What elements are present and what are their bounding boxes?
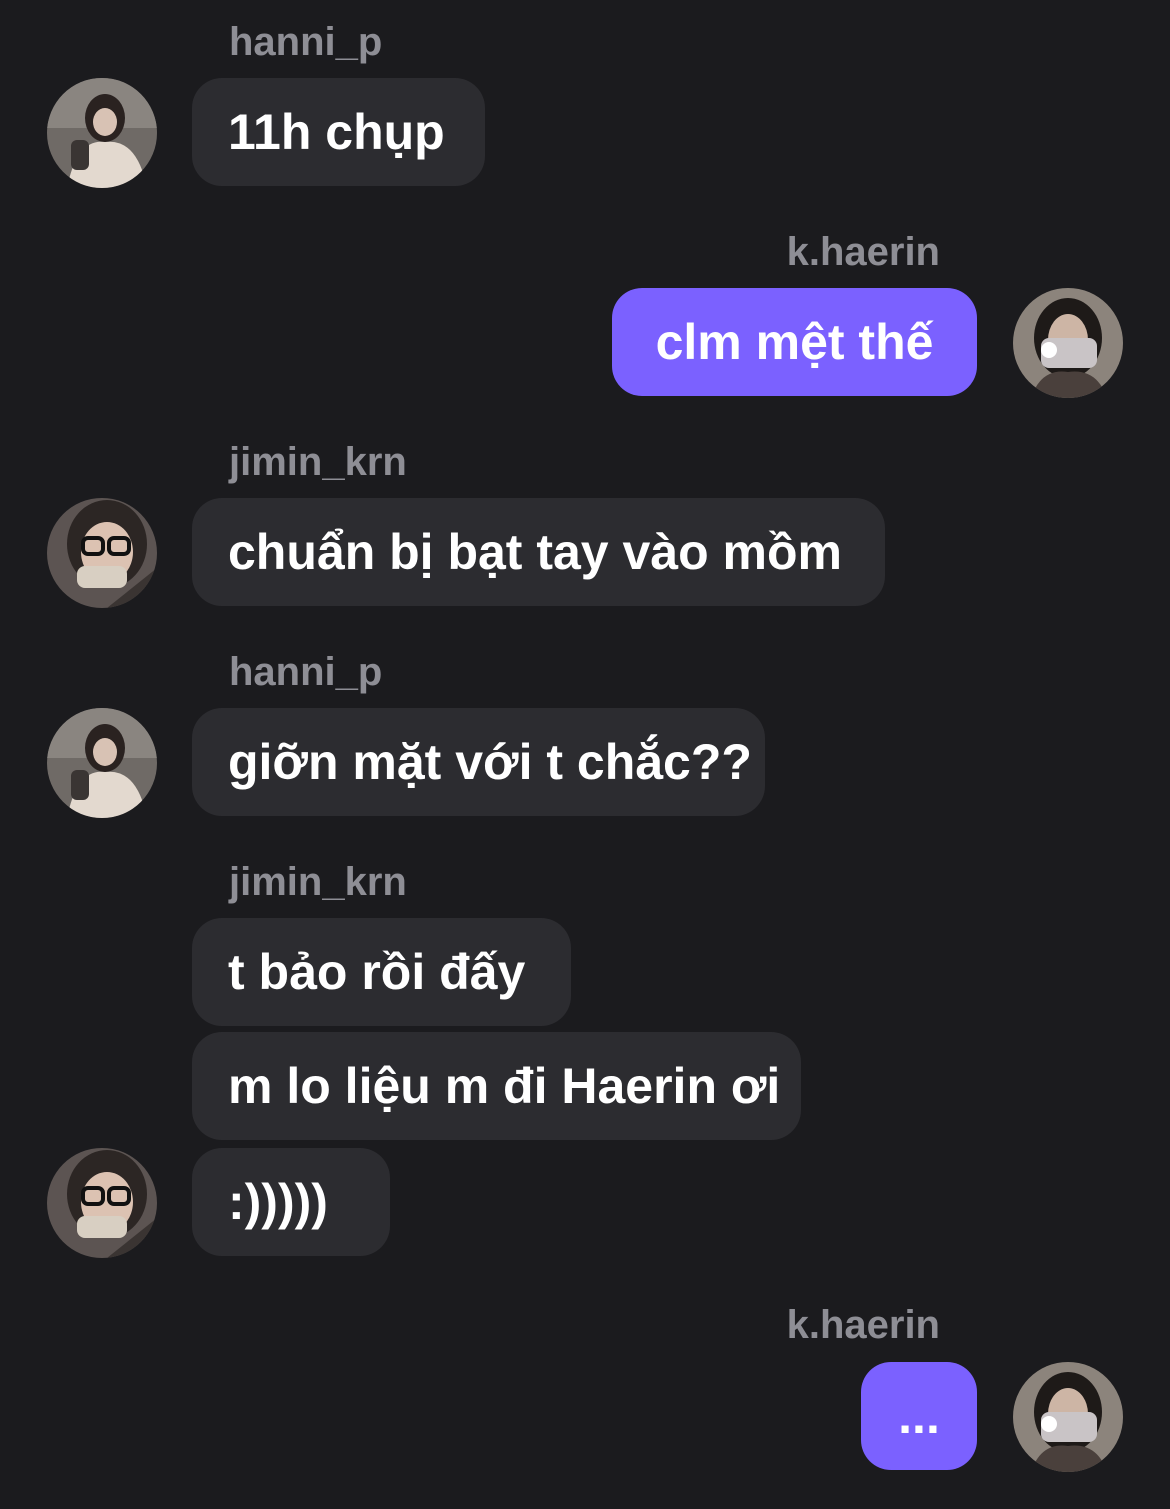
avatar-photo-icon	[47, 708, 157, 818]
sender-name: k.haerin	[786, 230, 940, 274]
message-bubble[interactable]: giỡn mặt với t chắc??	[192, 708, 765, 816]
message-bubble-outgoing[interactable]: clm mệt thế	[612, 288, 977, 396]
sender-name: jimin_krn	[229, 440, 407, 484]
message-bubble-outgoing[interactable]: ...	[861, 1362, 977, 1470]
avatar-haerin[interactable]	[1013, 1362, 1123, 1472]
avatar-photo-icon	[47, 498, 157, 608]
message-bubble[interactable]: :)))))	[192, 1148, 390, 1256]
avatar-jimin[interactable]	[47, 498, 157, 608]
sender-name: k.haerin	[786, 1303, 940, 1347]
sender-name: hanni_p	[229, 20, 383, 64]
sender-name: jimin_krn	[229, 860, 407, 904]
message-bubble[interactable]: t bảo rồi đấy	[192, 918, 571, 1026]
message-bubble[interactable]: 11h chụp	[192, 78, 485, 186]
avatar-photo-icon	[47, 1148, 157, 1258]
message-bubble[interactable]: chuẩn bị bạt tay vào mồm	[192, 498, 885, 606]
avatar-photo-icon	[1013, 288, 1123, 398]
avatar-jimin[interactable]	[47, 1148, 157, 1258]
chat-thread: hanni_p 11h chụp k.haerin clm mệt thế ji…	[0, 0, 1170, 1509]
avatar-hanni[interactable]	[47, 708, 157, 818]
avatar-haerin[interactable]	[1013, 288, 1123, 398]
avatar-photo-icon	[47, 78, 157, 188]
sender-name: hanni_p	[229, 650, 383, 694]
avatar-photo-icon	[1013, 1362, 1123, 1472]
message-bubble[interactable]: m lo liệu m đi Haerin ơi	[192, 1032, 801, 1140]
avatar-hanni[interactable]	[47, 78, 157, 188]
